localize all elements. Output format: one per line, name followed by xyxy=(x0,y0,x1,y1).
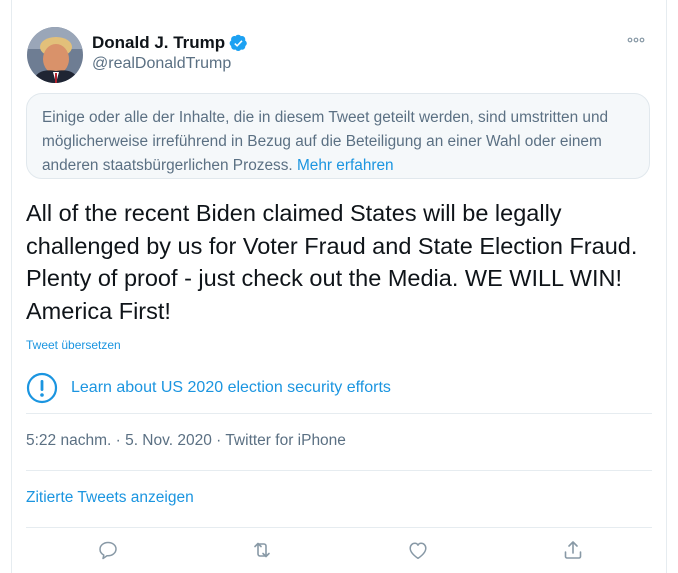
retweet-button[interactable] xyxy=(250,538,274,562)
avatar-image xyxy=(27,27,83,83)
divider xyxy=(26,470,652,471)
more-options-icon[interactable] xyxy=(626,33,646,47)
translate-tweet-link[interactable]: Tweet übersetzen xyxy=(26,338,121,352)
author-handle[interactable]: @realDonaldTrump xyxy=(92,55,231,73)
tweet-timestamp-source[interactable]: 5:22 nachm. · 5. Nov. 2020 · Twitter for… xyxy=(26,432,346,450)
election-info-link[interactable]: Learn about US 2020 election security ef… xyxy=(26,372,391,404)
like-button[interactable] xyxy=(406,538,430,562)
verified-badge-icon xyxy=(229,34,248,51)
retweet-icon xyxy=(254,542,270,558)
author-name[interactable]: Donald J. Trump xyxy=(92,33,225,53)
learn-more-link[interactable]: Mehr erfahren xyxy=(297,157,394,174)
tweet-actions-bar xyxy=(12,538,668,568)
tweet-card: Donald J. Trump @realDonaldTrump Einige … xyxy=(11,0,667,573)
disputed-content-notice: Einige oder alle der Inhalte, die in die… xyxy=(26,93,650,179)
quoted-tweets-link[interactable]: Zitierte Tweets anzeigen xyxy=(26,489,194,507)
author-name-row[interactable]: Donald J. Trump xyxy=(92,33,248,53)
info-exclamation-icon xyxy=(26,372,58,404)
avatar[interactable] xyxy=(27,27,83,83)
divider xyxy=(26,413,652,414)
divider xyxy=(26,527,652,528)
share-button[interactable] xyxy=(561,538,585,562)
share-icon xyxy=(564,541,582,559)
election-info-text[interactable]: Learn about US 2020 election security ef… xyxy=(71,379,391,397)
reply-button[interactable] xyxy=(96,538,120,562)
tweet-body: All of the recent Biden claimed States w… xyxy=(26,200,638,324)
like-heart-icon xyxy=(409,542,427,560)
reply-icon xyxy=(99,541,117,560)
